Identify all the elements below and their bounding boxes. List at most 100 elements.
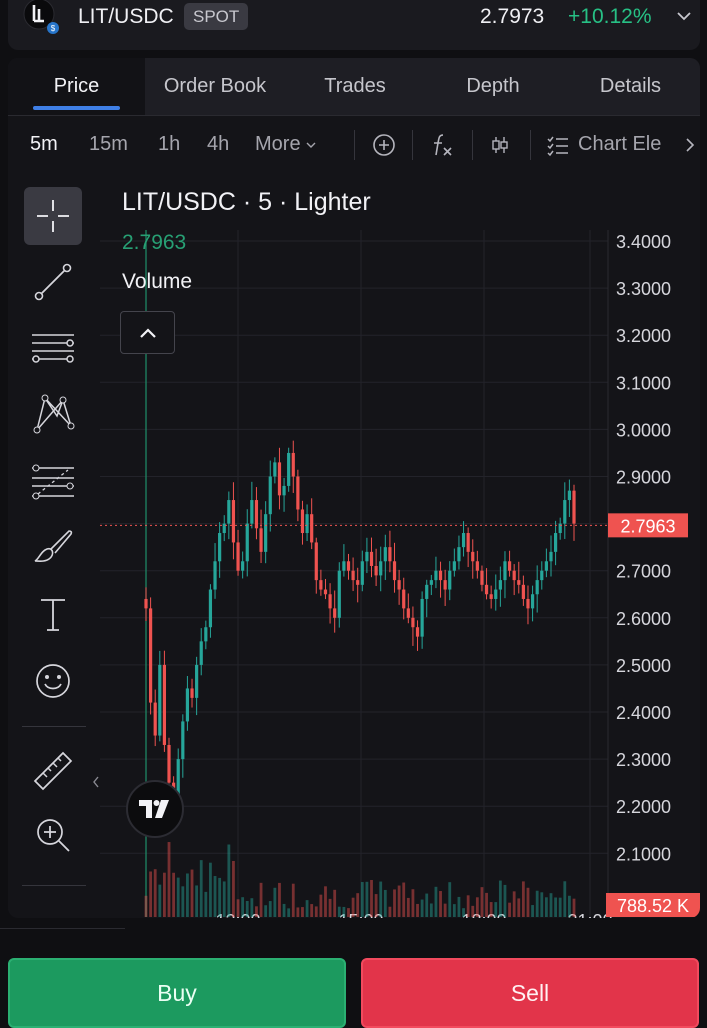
text-tool[interactable]	[24, 585, 82, 643]
volume-bar	[310, 904, 314, 917]
volume-bar	[176, 877, 180, 917]
timeframe-5m[interactable]: 5m	[30, 133, 58, 156]
candle-body	[213, 561, 217, 590]
buy-button[interactable]: Buy	[8, 958, 346, 1028]
candle-body	[204, 627, 208, 642]
tab-order-book[interactable]: Order Book	[145, 58, 285, 115]
volume-bar	[567, 895, 571, 917]
pattern-tool[interactable]	[24, 385, 82, 443]
candle-body	[149, 608, 153, 703]
tools-divider	[22, 726, 86, 727]
divider	[354, 130, 355, 160]
fib-icon	[32, 464, 74, 500]
candle-body	[300, 509, 305, 534]
candle-body	[264, 514, 268, 552]
timeframe-15m[interactable]: 15m	[89, 133, 128, 156]
volume-bar	[213, 876, 217, 917]
candle-style-icon[interactable]	[486, 131, 514, 159]
volume-bar	[498, 880, 502, 917]
volume-bar	[452, 904, 456, 917]
candle-body	[452, 561, 456, 571]
tab-trades[interactable]: Trades	[285, 58, 425, 115]
candle-body	[360, 561, 364, 585]
chart-elements-icon[interactable]	[544, 131, 572, 159]
collapse-legend-button[interactable]	[120, 311, 175, 354]
volume-bar	[250, 898, 254, 917]
volume-bar	[172, 872, 176, 917]
volume-bar	[466, 895, 470, 917]
candle-body	[461, 533, 466, 548]
more-label: More	[255, 133, 301, 155]
volume-bar	[236, 899, 240, 917]
ruler-icon	[33, 751, 73, 791]
volume-bar	[153, 869, 157, 917]
volume-bar	[572, 898, 576, 917]
collapse-arrow-icon[interactable]	[92, 775, 100, 789]
brush-tool[interactable]	[24, 518, 82, 576]
indicators-fx-icon[interactable]	[428, 131, 456, 159]
tradingview-logo[interactable]	[126, 780, 184, 838]
volume-bar	[517, 898, 521, 917]
tab-details[interactable]: Details	[561, 58, 700, 115]
candle-body	[351, 570, 355, 581]
volume-bar	[544, 897, 548, 917]
fibonacci-tool[interactable]	[24, 452, 82, 510]
candle-body	[310, 514, 314, 543]
volume-bar	[144, 895, 148, 917]
volume-bar	[333, 889, 337, 917]
y-tick-label: 2.3000	[616, 750, 671, 770]
candle-body	[425, 584, 429, 599]
volume-bar	[360, 882, 364, 917]
y-tick-label: 3.3000	[616, 279, 671, 299]
volume-bar	[558, 897, 562, 917]
candle-body	[365, 551, 369, 562]
trend-line-tool[interactable]	[24, 253, 82, 311]
candle-body	[333, 608, 337, 618]
candle-body	[443, 580, 447, 590]
y-tick-label: 2.9000	[616, 468, 671, 488]
zoom-in-tool[interactable]	[24, 806, 82, 864]
lit-logo-icon: $	[23, 0, 59, 34]
tab-depth[interactable]: Depth	[425, 58, 561, 115]
chart-last-value: 2.7963	[122, 231, 187, 254]
candle-body	[438, 570, 443, 581]
candle-body	[484, 584, 489, 595]
market-header[interactable]: $ LIT/USDC SPOT 2.7973 +10.12%	[8, 0, 700, 50]
more-timeframes-button[interactable]: More	[255, 133, 318, 156]
volume-bar	[370, 879, 373, 917]
candle-body	[218, 533, 222, 562]
candle-body	[346, 561, 351, 571]
candle-body	[383, 547, 387, 562]
chevron-right-icon[interactable]	[682, 131, 698, 159]
candle-body	[328, 594, 332, 609]
volume-bar	[218, 877, 222, 917]
volume-bar	[195, 885, 199, 917]
tab-price[interactable]: Price	[8, 58, 145, 115]
volume-bar	[489, 902, 493, 917]
crosshair-tool[interactable]	[24, 187, 82, 245]
volume-bar	[264, 905, 268, 917]
chevron-down-icon[interactable]	[674, 8, 694, 24]
sell-button[interactable]: Sell	[361, 958, 699, 1028]
tab-label: Price	[53, 75, 100, 97]
volume-bar	[337, 906, 341, 917]
candle-body	[567, 490, 571, 501]
ruler-tool[interactable]	[24, 742, 82, 800]
candle-body	[162, 664, 167, 745]
add-circle-icon[interactable]	[370, 131, 398, 159]
timeframe-4h[interactable]: 4h	[207, 133, 229, 156]
horizontal-lines-tool[interactable]	[24, 318, 82, 376]
emoji-tool[interactable]	[24, 652, 82, 710]
candle-body	[466, 533, 470, 552]
candle-body	[507, 561, 512, 571]
y-tick-label: 2.4000	[616, 703, 671, 723]
candle-body	[199, 641, 203, 665]
tab-label: Trades	[324, 75, 386, 97]
volume-bar	[540, 892, 544, 917]
zoom-in-icon	[37, 819, 70, 852]
chart-elements-button[interactable]: Chart Ele	[578, 133, 680, 156]
timeframe-1h[interactable]: 1h	[158, 133, 180, 156]
price-change: +10.12%	[568, 5, 652, 28]
candle-body	[512, 570, 516, 581]
current-price-label: 2.7963	[620, 516, 675, 536]
